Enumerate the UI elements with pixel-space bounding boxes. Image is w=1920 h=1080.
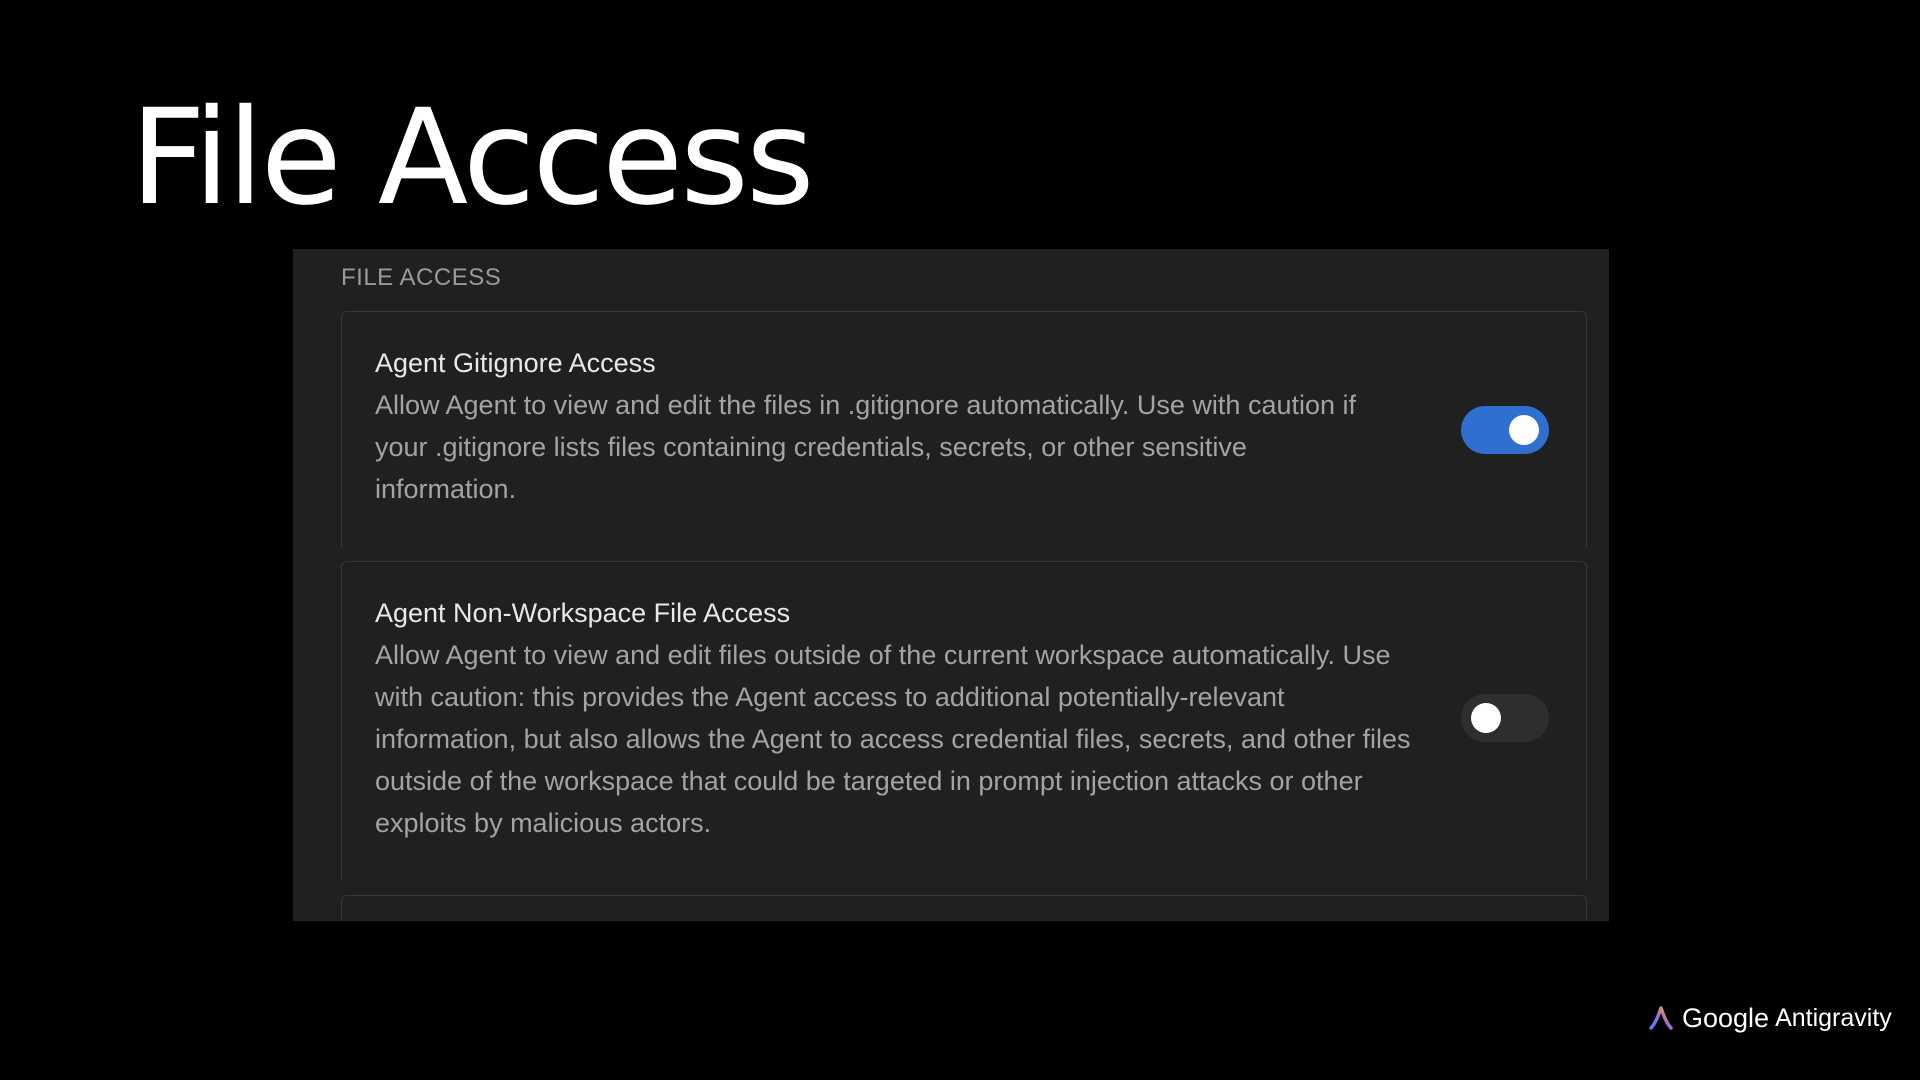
non-workspace-access-toggle[interactable] — [1461, 694, 1549, 742]
brand-google: Google — [1682, 1003, 1770, 1033]
section-label: FILE ACCESS — [341, 264, 502, 291]
slide: File Access FILE ACCESS Agent Gitignore … — [0, 0, 1920, 1080]
slide-title: File Access — [130, 81, 815, 235]
brand-product: Antigravity — [1775, 1004, 1892, 1032]
setting-title: Agent Gitignore Access — [375, 348, 656, 378]
brand-logo: Google Antigravity — [1648, 1002, 1892, 1034]
gitignore-access-toggle[interactable] — [1461, 406, 1549, 454]
settings-panel: FILE ACCESS Agent Gitignore Access Allow… — [293, 249, 1609, 921]
toggle-knob — [1509, 415, 1539, 445]
setting-description: Allow Agent to view and edit files outsi… — [375, 640, 1411, 838]
setting-card-partial — [341, 895, 1587, 921]
setting-title: Agent Non-Workspace File Access — [375, 598, 791, 628]
toggle-knob — [1471, 703, 1501, 733]
antigravity-logo-icon — [1649, 1006, 1673, 1030]
setting-non-workspace-access: Agent Non-Workspace File Access Allow Ag… — [341, 561, 1587, 881]
setting-gitignore-access: Agent Gitignore Access Allow Agent to vi… — [341, 311, 1587, 547]
setting-description: Allow Agent to view and edit the files i… — [375, 390, 1357, 504]
